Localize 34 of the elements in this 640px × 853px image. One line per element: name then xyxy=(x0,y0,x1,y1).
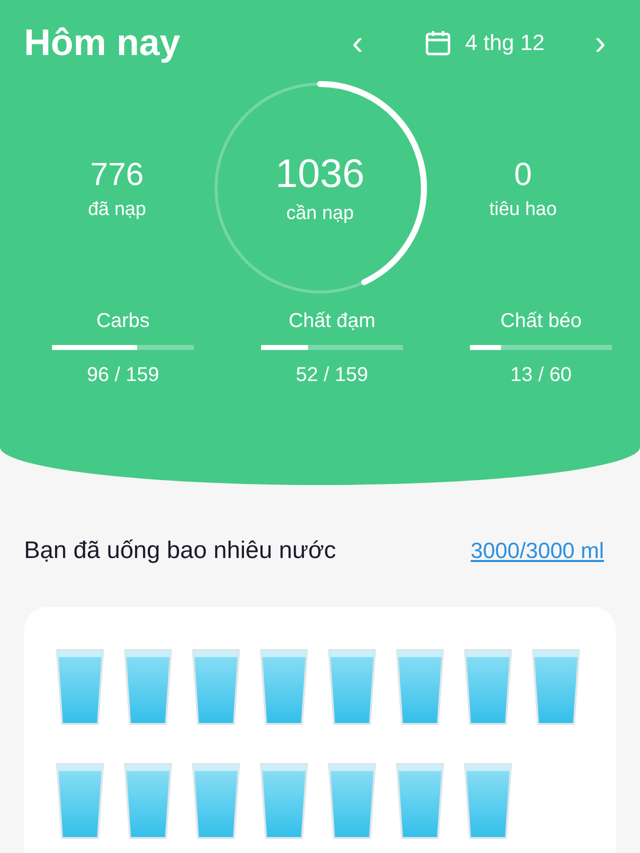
water-question: Bạn đã uống bao nhiêu nước xyxy=(24,537,336,565)
date-label[interactable]: 4 thg 12 xyxy=(465,30,545,56)
water-glass-icon[interactable] xyxy=(56,763,104,839)
water-glass-icon[interactable] xyxy=(328,649,376,725)
calorie-label: cần nạp xyxy=(286,202,354,224)
water-glass-icon[interactable] xyxy=(328,763,376,839)
stat-value: 776 xyxy=(89,156,145,192)
water-total-link[interactable]: 3000/3000 ml xyxy=(470,538,604,564)
stat-label: tiêu hao xyxy=(488,198,558,220)
water-glass-icon[interactable] xyxy=(260,763,308,839)
macro-name: Carbs xyxy=(95,310,151,333)
macro-name: Chất béo xyxy=(499,310,583,333)
water-glass-icon[interactable] xyxy=(124,649,172,725)
water-glass-icon[interactable] xyxy=(260,649,308,725)
next-day-button[interactable]: › xyxy=(584,26,616,60)
water-glass-icon[interactable] xyxy=(396,649,444,725)
page-title: Hôm nay xyxy=(24,22,182,64)
water-glass-icon[interactable] xyxy=(396,763,444,839)
water-glass-icon[interactable] xyxy=(464,763,512,839)
water-glass-icon[interactable] xyxy=(464,649,512,725)
calorie-value: 1036 xyxy=(276,152,364,196)
calendar-icon[interactable] xyxy=(425,30,452,56)
macro-reading: 13 / 60 xyxy=(509,364,573,387)
water-glass-icon[interactable] xyxy=(192,649,240,725)
previous-day-button[interactable]: ‹ xyxy=(342,26,374,60)
water-glass-icon[interactable] xyxy=(532,649,580,725)
water-glass-icon[interactable] xyxy=(124,763,172,839)
macro-reading: 52 / 159 xyxy=(294,364,370,387)
macro-reading: 96 / 159 xyxy=(86,364,160,387)
water-glass-icon[interactable] xyxy=(192,763,240,839)
macro-name: Chất đạm xyxy=(288,310,376,333)
water-glass-icon[interactable] xyxy=(56,649,104,725)
stat-value: 0 xyxy=(513,156,533,192)
stat-label: đã nạp xyxy=(86,198,148,220)
